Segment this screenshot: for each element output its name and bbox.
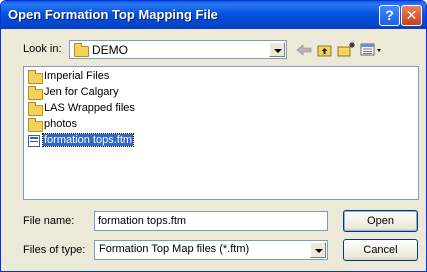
file-type-value: Formation Top Map files (*.ftm) (99, 243, 250, 255)
views-menu-icon[interactable] (359, 41, 383, 59)
folder-icon (28, 86, 43, 100)
file-list[interactable]: Imperial Files Jen for Calgary LAS Wrapp… (23, 66, 419, 200)
chevron-down-icon[interactable] (269, 42, 285, 57)
file-name-text: Imperial Files (44, 70, 110, 82)
file-name-input[interactable]: formation tops.ftm (94, 211, 328, 231)
folder-icon (28, 102, 43, 116)
file-name-text: LAS Wrapped files (44, 102, 135, 114)
file-name-text: Jen for Calgary (44, 86, 119, 98)
up-folder-icon[interactable] (316, 41, 334, 59)
cancel-button[interactable]: Cancel (343, 239, 418, 261)
open-button[interactable]: Open (343, 210, 418, 232)
folder-icon (28, 70, 43, 84)
file-name-label: File name: (23, 215, 75, 227)
folder-icon (74, 43, 89, 57)
look-in-label: Look in: (23, 43, 62, 55)
look-in-combo[interactable]: DEMO (69, 40, 287, 59)
file-name-text: photos (44, 118, 78, 130)
close-button[interactable]: ✕ (401, 5, 422, 26)
folder-icon (28, 118, 43, 132)
file-type-select[interactable]: Formation Top Map files (*.ftm) (94, 240, 328, 260)
look-in-value: DEMO (92, 43, 128, 57)
file-type-label: Files of type: (23, 244, 86, 256)
file-icon (28, 135, 40, 147)
dialog-title: Open Formation Top Mapping File (8, 7, 218, 22)
new-folder-icon[interactable] (336, 41, 356, 59)
back-arrow-icon[interactable] (294, 41, 314, 59)
file-name-text: formation tops.ftm (41, 133, 135, 147)
chevron-down-icon[interactable] (310, 242, 326, 258)
open-file-dialog: Open Formation Top Mapping File ? ✕ Look… (0, 0, 427, 272)
title-bar[interactable]: Open Formation Top Mapping File ? ✕ (1, 1, 426, 29)
help-button[interactable]: ? (379, 5, 400, 26)
